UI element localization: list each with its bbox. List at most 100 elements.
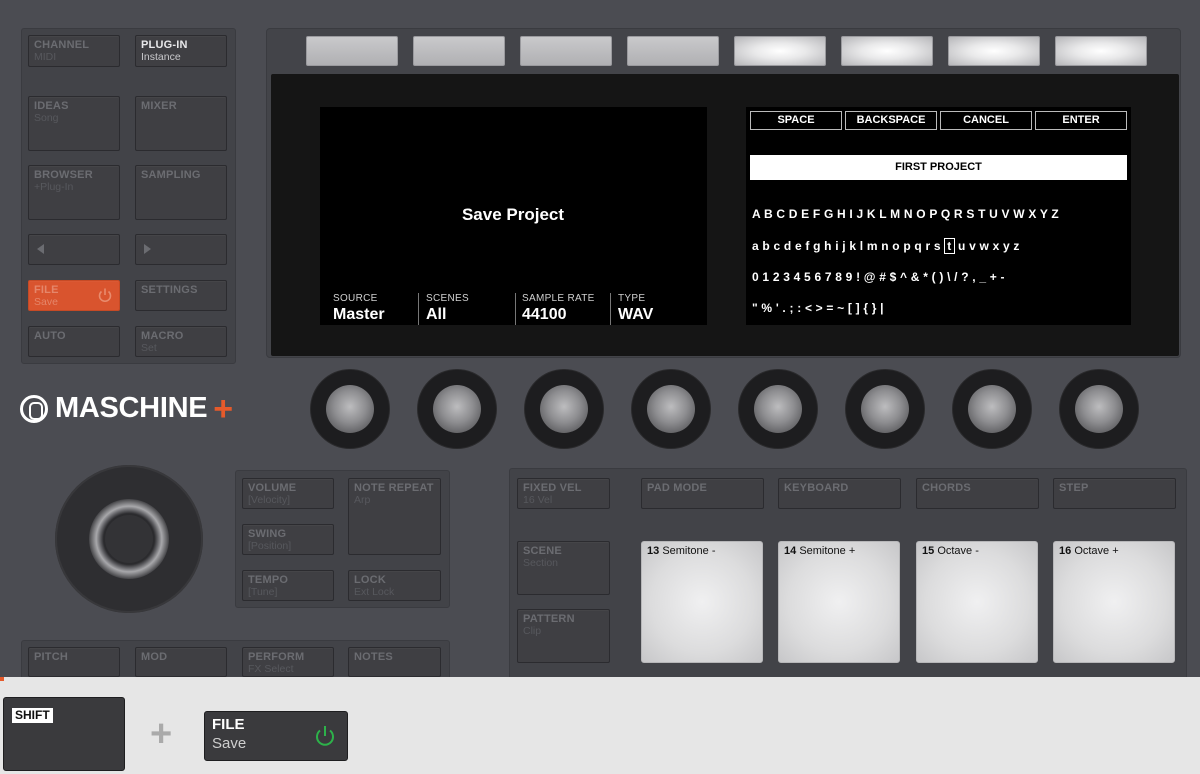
param-scenes: SCENES All	[426, 293, 469, 324]
mixer-button[interactable]: MIXER	[135, 96, 227, 151]
knob-7[interactable]	[953, 370, 1031, 448]
step-label: STEP	[1059, 482, 1089, 494]
pad-13[interactable]: 13 Semitone -	[641, 541, 763, 663]
project-name-field[interactable]: FIRST PROJECT	[750, 155, 1127, 180]
pattern-sublabel: Clip	[523, 625, 542, 637]
param-source-label: SOURCE	[333, 293, 378, 304]
backspace-key[interactable]: BACKSPACE	[845, 111, 937, 130]
numbers-row[interactable]: 0 1 2 3 4 5 6 7 8 9 ! @ # $ ^ & * ( ) \ …	[752, 270, 1005, 284]
pad-14[interactable]: 14 Semitone +	[778, 541, 900, 663]
mod-button[interactable]: MOD	[135, 647, 227, 677]
file-button[interactable]: FILE Save	[28, 280, 120, 311]
knob-cap	[1075, 385, 1123, 433]
knob-6[interactable]	[846, 370, 924, 448]
step-button[interactable]: STEP	[1053, 478, 1176, 509]
pattern-label: PATTERN	[523, 613, 575, 625]
jog-center[interactable]	[105, 515, 153, 563]
plugin-button[interactable]: PLUG-IN Instance	[135, 35, 227, 67]
notes-button[interactable]: NOTES	[348, 647, 441, 677]
display-button-5[interactable]	[734, 36, 826, 66]
lock-label: LOCK	[354, 574, 386, 586]
macro-button[interactable]: MACRO Set	[135, 326, 227, 357]
chords-button[interactable]: CHORDS	[916, 478, 1039, 509]
knob-4[interactable]	[632, 370, 710, 448]
fixed-vel-label: FIXED VEL	[523, 482, 582, 494]
display-button-6[interactable]	[841, 36, 933, 66]
jog-wheel[interactable]	[55, 465, 203, 613]
param-type: TYPE WAV	[618, 293, 653, 324]
pad-mode-label: PAD MODE	[647, 482, 708, 494]
fixed-vel-button[interactable]: FIXED VEL 16 Vel	[517, 478, 610, 509]
param-sample-rate-value: 44100	[522, 306, 567, 323]
note-repeat-button[interactable]: NOTE REPEAT Arp	[348, 478, 441, 555]
knob-8[interactable]	[1060, 370, 1138, 448]
display-button-8[interactable]	[1055, 36, 1147, 66]
page-left-button[interactable]	[28, 234, 120, 265]
swing-label: SWING	[248, 528, 287, 540]
knob-2[interactable]	[418, 370, 496, 448]
pitch-button[interactable]: PITCH	[28, 647, 120, 677]
macro-label: MACRO	[141, 330, 184, 342]
settings-button[interactable]: SETTINGS	[135, 280, 227, 311]
cancel-key[interactable]: CANCEL	[940, 111, 1032, 130]
shift-label: SHIFT	[12, 708, 53, 723]
uppercase-row[interactable]: A B C D E F G H I J K L M N O P Q R S T …	[752, 207, 1059, 221]
enter-key[interactable]: ENTER	[1035, 111, 1127, 130]
lowercase-before[interactable]: a b c d e f g h i j k l m n o p q r s	[752, 239, 944, 253]
notes-label: NOTES	[354, 651, 393, 663]
perform-sublabel: FX Select	[248, 663, 294, 675]
lowercase-row[interactable]: a b c d e f g h i j k l m n o p q r s t …	[752, 238, 1020, 254]
symbols-row[interactable]: " % ' . ; : < > = ~ [ ] { } |	[752, 301, 884, 315]
lock-button[interactable]: LOCK Ext Lock	[348, 570, 441, 601]
keyboard-button[interactable]: KEYBOARD	[778, 478, 901, 509]
tempo-button[interactable]: TEMPO [Tune]	[242, 570, 334, 601]
browser-button[interactable]: BROWSER +Plug-In	[28, 165, 120, 220]
volume-label: VOLUME	[248, 482, 297, 494]
tempo-label: TEMPO	[248, 574, 289, 586]
display-button-2[interactable]	[413, 36, 505, 66]
knob-5[interactable]	[739, 370, 817, 448]
pad-mode-button[interactable]: PAD MODE	[641, 478, 764, 509]
volume-button[interactable]: VOLUME [Velocity]	[242, 478, 334, 509]
plugin-sublabel: Instance	[141, 51, 181, 63]
perform-button[interactable]: PERFORM FX Select	[242, 647, 334, 677]
logo-plus: +	[213, 389, 233, 428]
pad-15[interactable]: 15 Octave -	[916, 541, 1038, 663]
pad-number: 16	[1059, 545, 1072, 557]
auto-button[interactable]: AUTO	[28, 326, 120, 357]
pad-number: 15	[922, 545, 935, 557]
param-source-value: Master	[333, 306, 385, 323]
knob-cap	[540, 385, 588, 433]
knob-1[interactable]	[311, 370, 389, 448]
ideas-sublabel: Song	[34, 112, 59, 124]
display-button-4[interactable]	[627, 36, 719, 66]
channel-label: CHANNEL	[34, 39, 90, 51]
display-button-7[interactable]	[948, 36, 1040, 66]
sampling-button[interactable]: SAMPLING	[135, 165, 227, 220]
arrow-right-icon	[144, 244, 151, 254]
lowercase-after[interactable]: u v w x y z	[955, 239, 1020, 253]
param-type-value: WAV	[618, 306, 654, 323]
knob-3[interactable]	[525, 370, 603, 448]
knob-cap	[647, 385, 695, 433]
swing-button[interactable]: SWING [Position]	[242, 524, 334, 555]
param-divider	[515, 293, 516, 325]
channel-button[interactable]: CHANNEL MIDI	[28, 35, 120, 67]
param-sample-rate: SAMPLE RATE 44100	[522, 293, 595, 324]
arrow-left-icon	[37, 244, 44, 254]
space-key[interactable]: SPACE	[750, 111, 842, 130]
scene-button[interactable]: SCENE Section	[517, 541, 610, 595]
pattern-button[interactable]: PATTERN Clip	[517, 609, 610, 663]
character-cursor[interactable]: t	[944, 238, 955, 254]
display-button-1[interactable]	[306, 36, 398, 66]
ideas-button[interactable]: IDEAS Song	[28, 96, 120, 151]
pad-16[interactable]: 16 Octave +	[1053, 541, 1175, 663]
perform-label: PERFORM	[248, 651, 305, 663]
display-button-3[interactable]	[520, 36, 612, 66]
plus-sign: +	[150, 713, 173, 755]
keyboard-label: KEYBOARD	[784, 482, 849, 494]
auto-label: AUTO	[34, 330, 66, 342]
page-right-button[interactable]	[135, 234, 227, 265]
power-icon	[316, 726, 334, 746]
pad-number: 13	[647, 545, 660, 557]
